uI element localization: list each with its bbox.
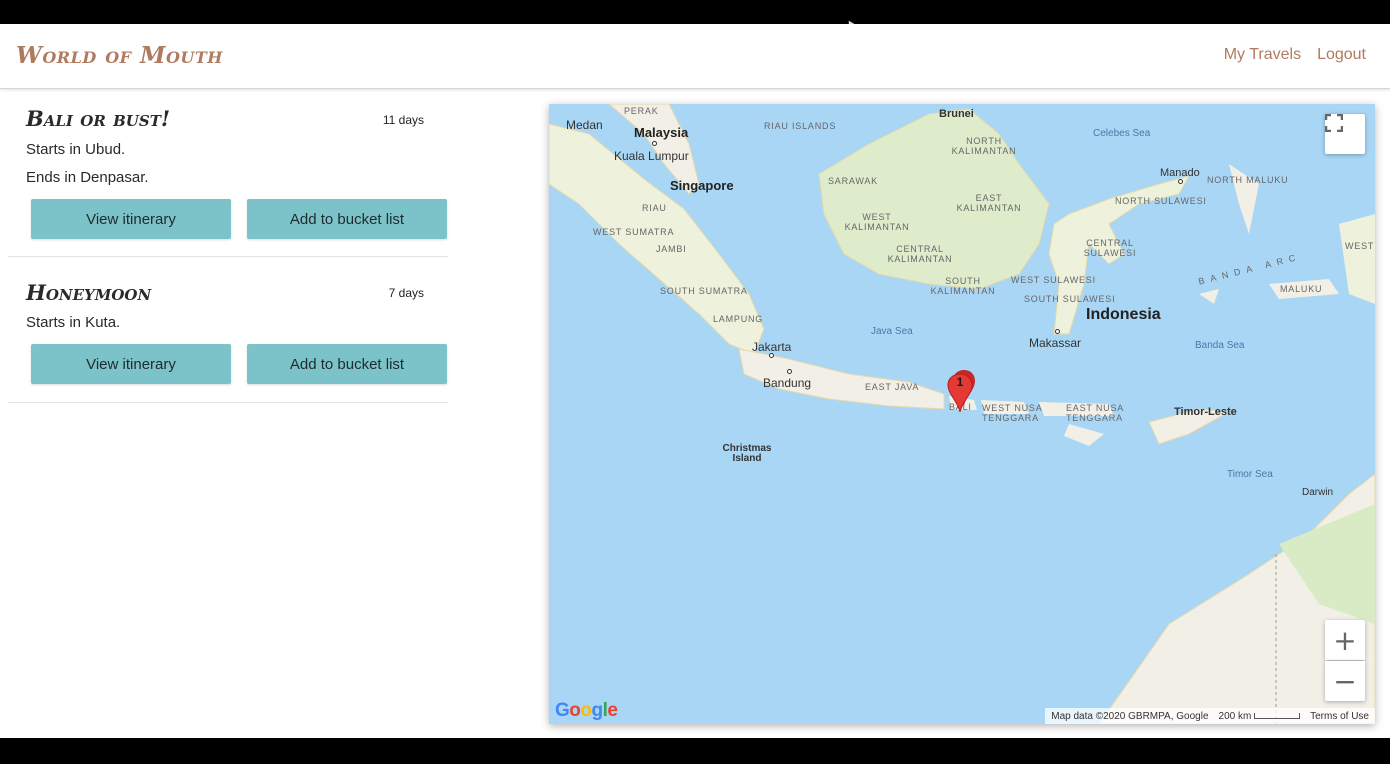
map-label-lampung: LAMPUNG: [713, 314, 764, 324]
view-itinerary-button[interactable]: View itinerary: [31, 199, 231, 239]
google-map[interactable]: Medan PERAK Malaysia Kuala Lumpur RIAU I…: [549, 104, 1375, 724]
city-dot: [769, 353, 774, 358]
trip-title: Honeymoon: [26, 280, 152, 305]
map-label-west-nusa-tenggara: WEST NUSA TENGGARA: [982, 403, 1043, 423]
trip-end: Ends in Denpasar.: [26, 169, 149, 186]
navbar: World of Mouth My Travels Logout: [0, 24, 1390, 89]
add-to-bucket-list-button[interactable]: Add to bucket list: [247, 199, 447, 239]
map-label-south-sulawesi: SOUTH SULAWESI: [1024, 294, 1116, 304]
city-dot: [787, 369, 792, 374]
map-pin-icon: [947, 370, 975, 412]
google-logo[interactable]: Google: [555, 700, 618, 722]
map-label-maluku: MALUKU: [1280, 284, 1323, 294]
view-itinerary-button[interactable]: View itinerary: [31, 344, 231, 384]
nav-links: My Travels Logout: [1224, 46, 1366, 64]
trip-start: Starts in Ubud.: [26, 141, 126, 158]
map-label-timor-leste: Timor-Leste: [1174, 406, 1237, 418]
map-label-singapore: Singapore: [670, 178, 734, 193]
map-label-central-kalimantan: CENTRAL KALIMANTAN: [887, 244, 953, 264]
map-label-manado: Manado: [1160, 167, 1200, 179]
city-dot: [1055, 329, 1060, 334]
trip-start: Starts in Kuta.: [26, 314, 121, 331]
fullscreen-button[interactable]: [1325, 114, 1365, 154]
map-label-bandung: Bandung: [763, 376, 812, 390]
map-label-east-java: EAST JAVA: [865, 382, 920, 392]
trip-duration: 7 days: [388, 286, 424, 300]
map-marker-cluster[interactable]: 1: [947, 366, 975, 412]
map-label-south-sumatra: SOUTH SUMATRA: [660, 286, 748, 296]
map-label-christmas-island: Christmas Island: [722, 443, 772, 464]
map-label-west-sumatra: WEST SUMATRA: [593, 227, 675, 237]
map-label-east-nusa-tenggara: EAST NUSA TENGGARA: [1066, 403, 1124, 423]
map-label-north-sulawesi: NORTH SULAWESI: [1115, 196, 1207, 206]
map-label-jambi: JAMBI: [656, 244, 687, 254]
trip-duration: 11 days: [382, 113, 424, 127]
map-label-indonesia: Indonesia: [1086, 306, 1161, 323]
scale-label: 200 km: [1218, 710, 1252, 722]
trip-card: Bali or bust! 11 days Starts in Ubud. En…: [8, 90, 448, 257]
zoom-in-button[interactable]: +: [1325, 620, 1365, 660]
scale-bar: [1254, 712, 1301, 719]
brand-logo[interactable]: World of Mouth: [16, 42, 223, 69]
map-label-makassar: Makassar: [1029, 336, 1082, 350]
map-label-celebes-sea: Celebes Sea: [1093, 128, 1151, 139]
zoom-out-button[interactable]: −: [1325, 661, 1365, 701]
map-label-java-sea: Java Sea: [871, 326, 913, 337]
map-label-central-sulawesi: CENTRAL SULAWESI: [1083, 238, 1137, 258]
marker-count: 1: [956, 375, 964, 389]
map-label-riau: RIAU: [642, 203, 667, 213]
map-label-west-sulawesi: WEST SULAWESI: [1011, 275, 1096, 285]
map-attribution-bar: Map data ©2020 GBRMPA, Google 200 km Ter…: [1045, 708, 1375, 724]
map-label-sarawak: SARAWAK: [828, 176, 878, 186]
screen-top-bar: [0, 0, 1390, 31]
map-label-malaysia: Malaysia: [634, 125, 689, 140]
add-to-bucket-list-button[interactable]: Add to bucket list: [247, 344, 447, 384]
map-label-north-maluku: NORTH MALUKU: [1207, 175, 1289, 185]
map-label-darwin: Darwin: [1302, 487, 1334, 498]
map-label-west-kalimantan: WEST KALIMANTAN: [844, 212, 910, 232]
trip-card: Honeymoon 7 days Starts in Kuta. View it…: [8, 257, 448, 403]
map-label-east-kalimantan: EAST KALIMANTAN: [956, 193, 1022, 213]
city-dot: [1178, 179, 1183, 184]
map-scale[interactable]: 200 km: [1219, 711, 1301, 722]
city-dot: [652, 141, 657, 146]
map-label-medan: Medan: [566, 118, 603, 132]
trip-title: Bali or bust!: [26, 106, 171, 131]
map-label-south-kalimantan: SOUTH KALIMANTAN: [930, 276, 996, 296]
map-label-west-papua: WEST P: [1345, 241, 1375, 251]
map-label-brunei: Brunei: [939, 108, 974, 120]
nav-logout[interactable]: Logout: [1317, 46, 1366, 64]
trip-list: Bali or bust! 11 days Starts in Ubud. En…: [0, 90, 450, 738]
map-label-jakarta: Jakarta: [752, 340, 792, 354]
map-label-timor-sea: Timor Sea: [1227, 469, 1273, 480]
screen-bottom-bar: [0, 738, 1390, 764]
map-label-kuala-lumpur: Kuala Lumpur: [614, 149, 689, 163]
fullscreen-icon: [1325, 114, 1343, 132]
nav-my-travels[interactable]: My Travels: [1224, 46, 1301, 64]
map-label-banda-sea: Banda Sea: [1195, 340, 1245, 351]
map-label-riau-islands: RIAU ISLANDS: [764, 121, 837, 131]
app-window: World of Mouth My Travels Logout Bali or…: [0, 24, 1390, 738]
terms-of-use-link[interactable]: Terms of Use: [1310, 711, 1369, 722]
map-attribution: Map data ©2020 GBRMPA, Google: [1051, 710, 1209, 722]
map-label-perak: PERAK: [624, 106, 659, 116]
map-label-north-kalimantan: NORTH KALIMANTAN: [951, 136, 1017, 156]
